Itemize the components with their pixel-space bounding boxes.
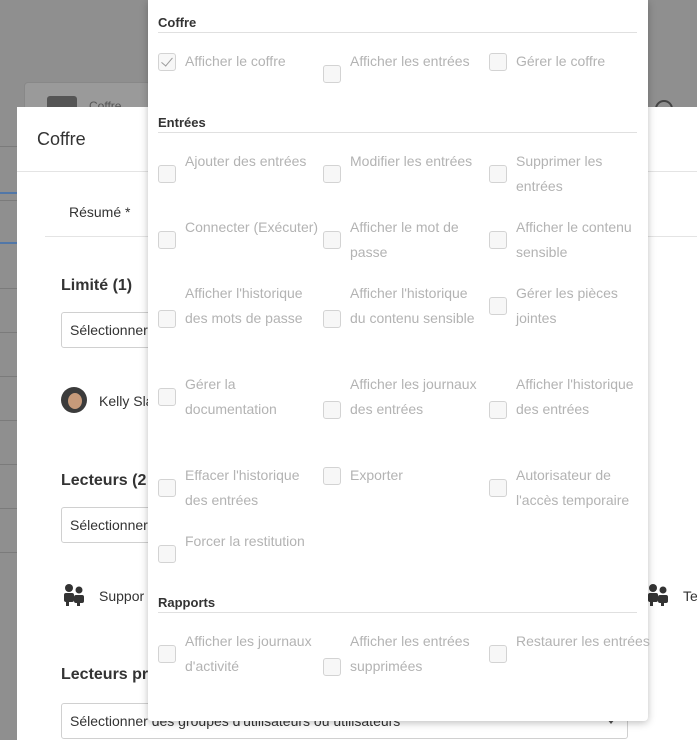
permissions-panel: Coffre Entrées Rapports Afficher le coff…	[148, 0, 650, 721]
permission-checkbox[interactable]	[323, 231, 341, 249]
permission-label: Afficher l'historique des mots de passe	[185, 285, 303, 326]
permission-checkbox[interactable]	[158, 645, 176, 663]
permission-label: Afficher le mot de passe	[350, 219, 459, 260]
panel-heading-entries: Entrées	[158, 115, 637, 133]
select-placeholder: Sélectionner	[70, 322, 148, 338]
panel-heading-vault: Coffre	[158, 15, 637, 33]
permission-checkbox[interactable]	[323, 65, 341, 83]
panel-heading-reports: Rapports	[158, 595, 637, 613]
permission-checkbox[interactable]	[158, 52, 176, 71]
permission-label: Gérer les pièces jointes	[516, 285, 618, 326]
reader-group-name: Suppor	[99, 588, 145, 604]
permission-checkbox[interactable]	[323, 466, 341, 485]
section-readers-pro-title: Lecteurs pr	[61, 666, 149, 683]
user-group-icon	[64, 584, 84, 606]
permission-label: Afficher le contenu sensible	[516, 219, 632, 260]
permission-checkbox[interactable]	[489, 231, 507, 249]
permission-checkbox[interactable]	[323, 400, 341, 419]
section-readers-title: Lecteurs (2	[61, 472, 147, 489]
checkmark-icon	[161, 53, 173, 67]
permission-checkbox[interactable]	[158, 479, 176, 497]
permission-label: Afficher les journaux d'activité	[185, 633, 312, 674]
limited-user-name: Kelly Sla	[99, 393, 154, 409]
permission-label: Afficher les journaux des entrées	[350, 376, 477, 417]
permission-label: Modifier les entrées	[350, 153, 473, 169]
avatar	[61, 387, 87, 413]
permission-checkbox[interactable]	[323, 657, 341, 676]
tab-summary[interactable]: Résumé *	[69, 204, 130, 220]
section-limited-title: Limité (1)	[61, 277, 133, 294]
permission-label: Connecter (Exécuter)	[185, 219, 319, 235]
permission-checkbox[interactable]	[158, 231, 176, 249]
permission-label: Forcer la restitution	[185, 533, 305, 549]
select-placeholder: Sélectionner	[70, 517, 148, 533]
permission-label: Supprimer les entrées	[516, 153, 603, 194]
permission-label: Exporter	[350, 467, 403, 483]
permission-checkbox[interactable]	[323, 165, 341, 183]
permission-checkbox[interactable]	[489, 297, 507, 315]
permission-checkbox[interactable]	[489, 479, 507, 497]
permission-checkbox[interactable]	[489, 52, 507, 71]
permission-label: Gérer la documentation	[185, 376, 277, 417]
permission-checkbox[interactable]	[489, 645, 507, 663]
permission-label: Afficher l'historique des entrées	[516, 376, 634, 417]
permission-label: Effacer l'historique des entrées	[185, 467, 300, 508]
permission-label: Afficher le coffre	[185, 53, 286, 69]
avatar-face	[68, 393, 82, 409]
permission-checkbox[interactable]	[489, 400, 507, 419]
permission-checkbox[interactable]	[158, 165, 176, 183]
permission-checkbox[interactable]	[158, 309, 176, 328]
permission-checkbox[interactable]	[158, 388, 176, 406]
permission-label: Gérer le coffre	[516, 53, 606, 69]
permission-label: Afficher les entrées	[350, 53, 470, 69]
permission-label: Restaurer les entrées	[516, 633, 650, 649]
permission-label: Ajouter des entrées	[185, 153, 307, 169]
permission-checkbox[interactable]	[158, 545, 176, 563]
permission-label: Afficher l'historique du contenu sensibl…	[350, 285, 475, 326]
user-group-icon	[648, 584, 668, 606]
permission-checkbox[interactable]	[489, 165, 507, 183]
permission-label: Afficher les entrées supprimées	[350, 633, 470, 674]
permission-label: Autorisateur de l'accès temporaire	[516, 467, 630, 508]
reader-group-name: Te	[683, 588, 697, 604]
permission-checkbox[interactable]	[323, 309, 341, 328]
modal-title: Coffre	[37, 129, 86, 149]
